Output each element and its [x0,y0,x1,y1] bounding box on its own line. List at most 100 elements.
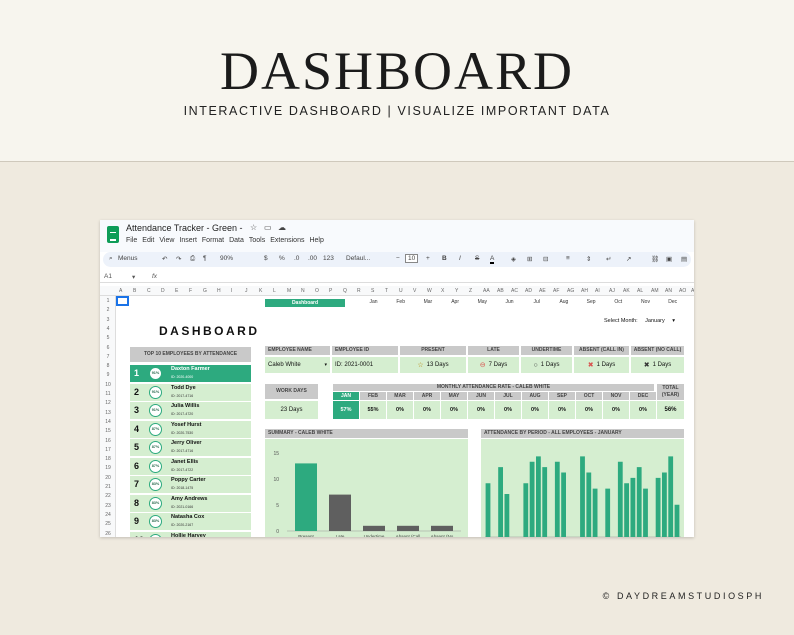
column-header-n[interactable]: N [301,288,305,294]
menu-insert[interactable]: Insert [179,237,197,244]
row-header-1[interactable]: 1 [100,298,116,304]
column-header-ak[interactable]: AK [623,288,630,294]
column-header-aj[interactable]: AJ [609,288,615,294]
column-header-w[interactable]: W [427,288,432,294]
folder-icon[interactable]: ▭ [264,223,272,232]
column-header-am[interactable]: AM [651,288,659,294]
column-header-m[interactable]: M [287,288,291,294]
menu-help[interactable]: Help [309,237,323,244]
row-header-14[interactable]: 14 [100,419,116,425]
rotate-icon[interactable]: ↗ [626,255,631,263]
column-header-ai[interactable]: AI [595,288,600,294]
font-size-input[interactable]: 10 [405,254,419,263]
row-header-2[interactable]: 2 [100,307,116,313]
column-header-s[interactable]: S [371,288,374,294]
valign-icon[interactable]: ⇕ [586,255,591,263]
align-icon[interactable]: ≡ [566,255,570,262]
sheets-logo-icon[interactable] [107,226,119,243]
row-header-5[interactable]: 5 [100,335,116,341]
menu-tools[interactable]: Tools [249,237,265,244]
tab-mar[interactable]: Mar [414,299,441,305]
column-header-y[interactable]: Y [455,288,458,294]
column-header-t[interactable]: T [385,288,388,294]
list-item[interactable]: 9 83% Natasha Cox ID: 2020-2167 [130,513,251,530]
redo-icon[interactable]: ↷ [176,255,181,263]
column-header-ab[interactable]: AB [497,288,504,294]
column-header-af[interactable]: AF [553,288,559,294]
font-size-decrease[interactable]: − [396,255,400,262]
column-header-c[interactable]: C [147,288,151,294]
column-header-q[interactable]: Q [343,288,347,294]
row-header-11[interactable]: 11 [100,391,116,397]
wrap-icon[interactable]: ↵ [606,255,611,263]
document-title[interactable]: Attendance Tracker - Green - [126,223,243,233]
tab-feb[interactable]: Feb [387,299,414,305]
column-header-z[interactable]: Z [469,288,472,294]
column-header-k[interactable]: K [259,288,262,294]
star-icon[interactable]: ☆ [250,223,257,232]
column-header-b[interactable]: B [133,288,136,294]
text-color-icon[interactable]: A [490,255,495,264]
increase-decimal-button[interactable]: .00 [308,255,317,262]
name-box[interactable]: A1 [104,273,112,280]
row-header-4[interactable]: 4 [100,326,116,332]
column-header-l[interactable]: L [273,288,276,294]
row-header-13[interactable]: 13 [100,410,116,416]
font-size-increase[interactable]: + [426,255,430,262]
undo-icon[interactable]: ↶ [162,255,167,263]
sheet-grid[interactable]: DASHBOARD TOP 10 EMPLOYEES BY ATTENDANCE… [116,296,694,537]
chevron-down-icon[interactable]: ▾ [672,318,675,324]
merge-icon[interactable]: ⊟ [543,255,548,263]
selected-cell[interactable] [116,296,129,306]
menu-edit[interactable]: Edit [142,237,154,244]
paint-format-icon[interactable]: ¶ [203,255,207,262]
font-select[interactable]: Defaul... [346,255,370,262]
tab-jul[interactable]: Jul [523,299,550,305]
column-header-ao[interactable]: AO [679,288,686,294]
list-item[interactable]: 8 83% Amy Andrews ID: 2021-0166 [130,494,251,512]
menu-extensions[interactable]: Extensions [270,237,304,244]
row-header-22[interactable]: 22 [100,493,116,499]
tab-apr[interactable]: Apr [442,299,469,305]
zoom-select[interactable]: 90% [220,255,233,262]
tab-aug[interactable]: Aug [550,299,577,305]
row-header-7[interactable]: 7 [100,354,116,360]
column-header-al[interactable]: AL [637,288,643,294]
tab-jun[interactable]: Jun [496,299,523,305]
row-header-16[interactable]: 16 [100,438,116,444]
row-header-12[interactable]: 12 [100,400,116,406]
menu-format[interactable]: Format [202,237,224,244]
column-header-ag[interactable]: AG [567,288,574,294]
column-header-r[interactable]: R [357,288,361,294]
row-header-10[interactable]: 10 [100,382,116,388]
borders-icon[interactable]: ⊞ [527,255,532,263]
print-icon[interactable]: ⎙ [190,255,195,263]
column-header-f[interactable]: F [189,288,192,294]
list-item[interactable]: 1 91% Daxton Farmer ID: 2020-4000 [130,365,251,382]
number-format-button[interactable]: 123 [323,255,334,262]
column-header-an[interactable]: AN [665,288,672,294]
month-selector[interactable]: Select Month: January ▾ [604,318,675,324]
row-header-23[interactable]: 23 [100,503,116,509]
tab-may[interactable]: May [469,299,496,305]
select-month-value[interactable]: January [645,318,665,324]
menu-file[interactable]: File [126,237,137,244]
chevron-down-icon[interactable]: ▾ [132,273,135,281]
menu-view[interactable]: View [159,237,174,244]
list-item[interactable]: 7 83% Poppy Carter ID: 2018-1475 [130,476,251,493]
bold-icon[interactable]: B [442,255,447,262]
column-header-ae[interactable]: AE [539,288,546,294]
row-header-21[interactable]: 21 [100,484,116,490]
row-header-8[interactable]: 8 [100,363,116,369]
column-header-x[interactable]: X [441,288,444,294]
row-header-25[interactable]: 25 [100,521,116,527]
column-header-ah[interactable]: AH [581,288,588,294]
column-header-aa[interactable]: AA [483,288,490,294]
chart-icon[interactable]: ▤ [681,255,687,263]
list-item[interactable]: 5 87% Jerry Oliver ID: 2017-4716 [130,439,251,456]
list-item[interactable]: 1078%Hollie HarveyID: 2020-8482 [130,531,251,537]
link-icon[interactable]: ⛓ [651,255,659,263]
strikethrough-icon[interactable]: S [475,255,479,262]
column-header-j[interactable]: J [245,288,248,294]
tab-oct[interactable]: Oct [605,299,632,305]
